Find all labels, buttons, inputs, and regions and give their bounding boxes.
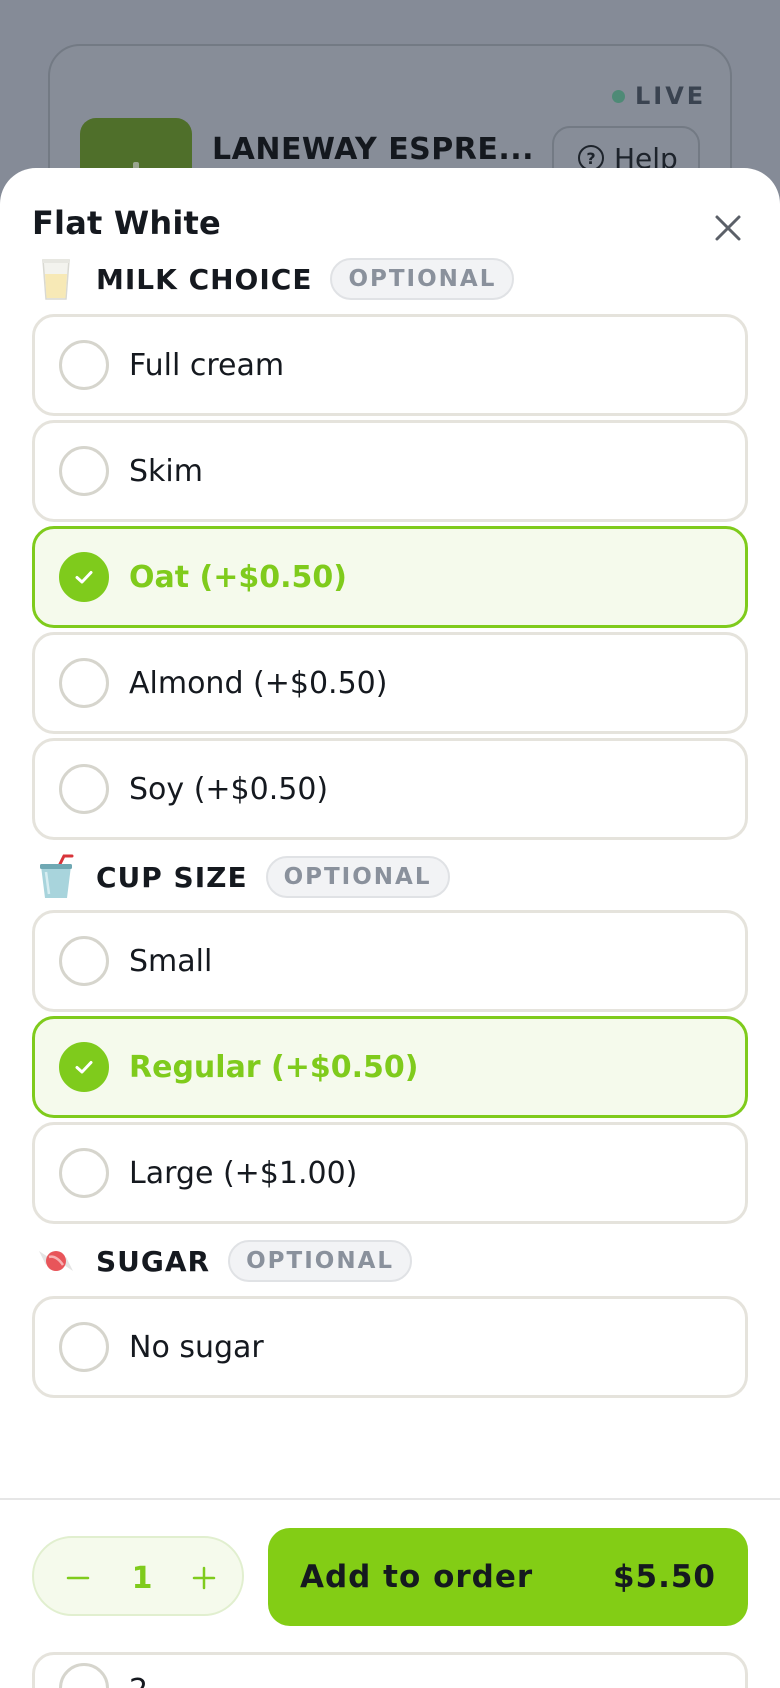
add-to-order-label: Add to order bbox=[300, 1559, 534, 1595]
section-cup-size: CUP SIZE OPTIONAL bbox=[36, 854, 450, 900]
optional-badge: OPTIONAL bbox=[265, 856, 450, 898]
radio-checked bbox=[59, 552, 109, 602]
option-label: No sugar bbox=[129, 1329, 264, 1365]
option-label: Full cream bbox=[129, 347, 285, 383]
item-options-sheet: Flat White MILK CHOICE OPTIONAL Full cre… bbox=[0, 168, 780, 1688]
minus-icon bbox=[66, 1576, 90, 1580]
live-dot-icon bbox=[612, 89, 625, 103]
candy-icon bbox=[36, 1238, 76, 1284]
optional-badge: OPTIONAL bbox=[228, 1240, 413, 1282]
radio-unchecked bbox=[59, 1322, 109, 1372]
live-label: LIVE bbox=[635, 82, 707, 110]
sheet-title: Flat White bbox=[32, 204, 221, 242]
milk-glass-icon bbox=[36, 256, 76, 302]
option-regular[interactable]: Regular (+$0.50) bbox=[32, 1016, 748, 1118]
plus-icon bbox=[192, 1566, 216, 1590]
option-label: Almond (+$0.50) bbox=[129, 665, 388, 701]
option-small[interactable]: Small bbox=[32, 910, 748, 1012]
optional-badge: OPTIONAL bbox=[330, 258, 515, 300]
increase-quantity-button[interactable] bbox=[178, 1552, 230, 1604]
option-large[interactable]: Large (+$1.00) bbox=[32, 1122, 748, 1224]
check-icon bbox=[75, 571, 93, 584]
option-label: Regular (+$0.50) bbox=[129, 1049, 419, 1085]
option-almond[interactable]: Almond (+$0.50) bbox=[32, 632, 748, 734]
store-name: LANEWAY ESPRE... bbox=[212, 132, 535, 167]
option-oat[interactable]: Oat (+$0.50) bbox=[32, 526, 748, 628]
option-label: 2 bbox=[129, 1673, 148, 1688]
close-icon bbox=[715, 215, 741, 241]
option-label: Large (+$1.00) bbox=[129, 1155, 358, 1191]
radio-unchecked bbox=[59, 340, 109, 390]
quantity-stepper: 1 bbox=[32, 1536, 244, 1616]
decrease-quantity-button[interactable] bbox=[52, 1552, 104, 1604]
close-button[interactable] bbox=[708, 208, 748, 248]
section-label: MILK CHOICE bbox=[96, 262, 313, 296]
radio-unchecked bbox=[59, 1663, 109, 1688]
order-price: $5.50 bbox=[612, 1559, 716, 1595]
radio-unchecked bbox=[59, 936, 109, 986]
add-to-order-button[interactable]: Add to order $5.50 bbox=[268, 1528, 748, 1626]
radio-unchecked bbox=[59, 446, 109, 496]
cup-with-straw-icon bbox=[36, 854, 76, 900]
option-full-cream[interactable]: Full cream bbox=[32, 314, 748, 416]
option-soy[interactable]: Soy (+$0.50) bbox=[32, 738, 748, 840]
option-skim[interactable]: Skim bbox=[32, 420, 748, 522]
option-label: Oat (+$0.50) bbox=[129, 559, 347, 595]
section-label: SUGAR bbox=[96, 1244, 211, 1278]
option-label: Skim bbox=[129, 453, 203, 489]
section-label: CUP SIZE bbox=[96, 860, 248, 894]
option-label: Small bbox=[129, 943, 213, 979]
live-status: LIVE bbox=[612, 82, 706, 110]
radio-unchecked bbox=[59, 1148, 109, 1198]
section-sugar: SUGAR OPTIONAL bbox=[36, 1238, 413, 1284]
quantity-value: 1 bbox=[131, 1560, 153, 1596]
check-icon bbox=[75, 1061, 93, 1074]
radio-checked bbox=[59, 1042, 109, 1092]
radio-unchecked bbox=[59, 658, 109, 708]
radio-unchecked bbox=[59, 764, 109, 814]
option-sugar-2[interactable]: 2 bbox=[32, 1652, 748, 1688]
option-no-sugar[interactable]: No sugar bbox=[32, 1296, 748, 1398]
section-milk-choice: MILK CHOICE OPTIONAL bbox=[36, 256, 515, 302]
option-label: Soy (+$0.50) bbox=[129, 771, 329, 807]
